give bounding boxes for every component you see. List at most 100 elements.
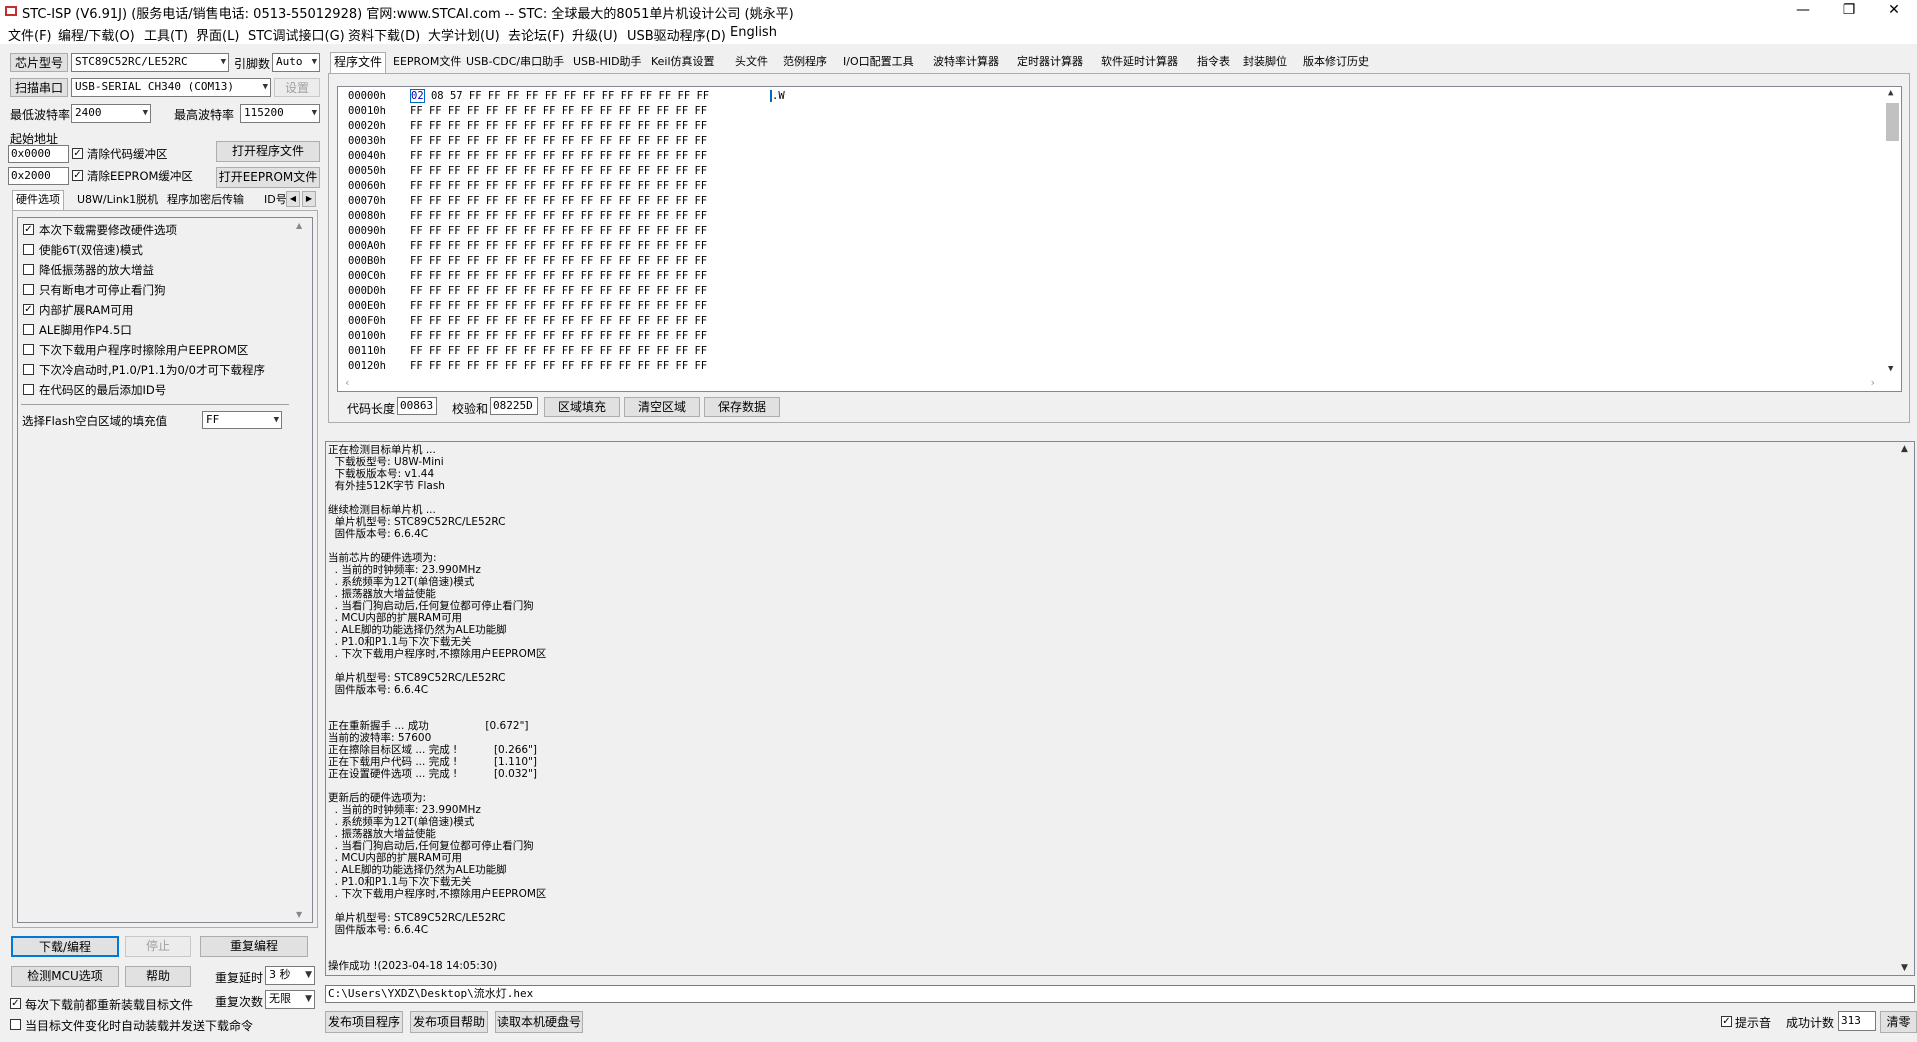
hex-hscrollbar[interactable]: ‹ › [338,375,1884,391]
tab-encrypted-transfer[interactable]: 程序加密后传输 [164,191,247,209]
min-baud-select[interactable]: 2400 ▼ [71,104,151,123]
save-data-button[interactable]: 保存数据 [704,397,780,417]
fill-value-select[interactable]: FF ▼ [202,411,282,429]
download-program-button[interactable]: 下载/编程 [11,936,119,957]
hex-editor[interactable]: 00000h 02 08 57 FF FF FF FF FF FF FF FF F… [337,86,1902,392]
help-button[interactable]: 帮助 [125,966,191,987]
restore-button[interactable]: ❐ [1826,0,1872,22]
chevron-down-icon: ▼ [311,108,317,118]
clear-code-checkbox[interactable]: ✓ [72,148,83,159]
menu-english[interactable]: English [730,25,777,40]
tab-header-file[interactable]: 头文件 [732,53,771,71]
chip-model-button[interactable]: 芯片型号 [10,53,68,72]
hw-option-checkbox[interactable]: ✓ [23,224,34,235]
scroll-up-icon[interactable]: ▲ [1888,88,1893,98]
repeat-delay-label: 重复延时 [215,971,264,985]
publish-program-button[interactable]: 发布项目程序 [325,1011,403,1033]
menu-interface[interactable]: 界面(L) [196,25,239,44]
pins-select[interactable]: Auto ▼ [272,53,320,72]
menu-file[interactable]: 文件(F) [8,25,52,44]
eeprom-start-addr-input[interactable]: 0x2000 [8,167,69,185]
tab-u8w-offline[interactable]: U8W/Link1脱机 [74,191,161,209]
repeat-delay-select[interactable]: 3 秒 ▼ [265,966,315,985]
scroll-down-icon[interactable]: ▼ [1888,364,1893,374]
tab-package-pins[interactable]: 封装脚位 [1240,53,1290,71]
menu-forum[interactable]: 去论坛(F) [508,25,565,44]
tab-keil-settings[interactable]: Keil仿真设置 [648,53,718,71]
menu-usb-driver[interactable]: USB驱动程序(D) [627,25,726,44]
success-count-value: 313 [1838,1011,1876,1031]
hw-option-checkbox[interactable] [23,244,34,255]
tab-examples[interactable]: 范例程序 [780,53,830,71]
scroll-left-icon[interactable]: ‹ [344,376,351,389]
tab-timer-calc[interactable]: 定时器计算器 [1014,53,1086,71]
success-count-label: 成功计数 [1786,1016,1835,1030]
tab-io-config[interactable]: I/O口配置工具 [840,53,917,71]
hex-vscrollbar[interactable]: ▲ ▼ [1884,87,1901,375]
read-disk-id-button[interactable]: 读取本机硬盘号 [495,1011,583,1033]
scroll-down-icon[interactable]: ▼ [1901,963,1908,973]
open-eeprom-file-button[interactable]: 打开EEPROM文件 [216,167,320,188]
scroll-right-icon[interactable]: › [1869,376,1876,389]
menu-tools[interactable]: 工具(T) [144,25,188,44]
tab-scroll-left-icon[interactable]: ◀ [286,191,300,207]
tab-instruction-table[interactable]: 指令表 [1194,53,1233,71]
scroll-up-icon[interactable]: ▲ [1901,444,1908,454]
fill-region-button[interactable]: 区域填充 [544,397,620,417]
tab-eeprom-file[interactable]: EEPROM文件 [390,53,464,71]
log-output[interactable]: 正在检测目标单片机 ... 下载板型号: U8W-Mini 下载板版本号: v1… [325,441,1915,976]
menu-debug[interactable]: STC调试接口(G) [248,25,345,44]
tab-usb-cdc-serial[interactable]: USB-CDC/串口助手 [463,53,567,71]
tab-version-history[interactable]: 版本修订历史 [1300,53,1372,71]
menu-program[interactable]: 编程/下载(O) [58,25,135,44]
pins-value: Auto [276,55,303,68]
scroll-thumb[interactable] [1886,103,1899,141]
detect-mcu-button[interactable]: 检测MCU选项 [11,966,119,987]
menu-upgrade[interactable]: 升级(U) [572,25,618,44]
menu-university[interactable]: 大学计划(U) [428,25,500,44]
window-title: STC-ISP (V6.91J) (服务电话/销售电话: 0513-550129… [22,7,794,22]
repeat-program-button[interactable]: 重复编程 [200,936,308,957]
chip-model-select[interactable]: STC89C52RC/LE52RC ▼ [71,53,229,72]
clear-count-button[interactable]: 清零 [1880,1011,1917,1033]
menu-downloads[interactable]: 资料下载(D) [348,25,420,44]
reload-before-download-checkbox[interactable]: ✓ [10,998,21,1009]
clear-eeprom-checkbox[interactable]: ✓ [72,170,83,181]
auto-send-checkbox[interactable] [10,1019,21,1030]
hw-option-checkbox[interactable] [23,344,34,355]
close-button[interactable]: ✕ [1871,0,1917,22]
hw-option-checkbox[interactable] [23,264,34,275]
repeat-count-label: 重复次数 [215,995,264,1009]
chevron-down-icon: ▼ [142,108,148,118]
minimize-button[interactable]: — [1780,0,1826,22]
hw-option-checkbox[interactable] [23,384,34,395]
publish-help-button[interactable]: 发布项目帮助 [410,1011,488,1033]
scroll-down-icon[interactable]: ▼ [296,910,302,919]
scan-port-button[interactable]: 扫描串口 [10,78,68,97]
clear-region-button[interactable]: 清空区域 [624,397,700,417]
tab-program-file[interactable]: 程序文件 [330,52,387,73]
max-baud-select[interactable]: 115200 ▼ [240,104,320,123]
tab-delay-calc[interactable]: 软件延时计算器 [1098,53,1181,71]
settings-button[interactable]: 设置 [274,78,320,97]
hw-option-checkbox[interactable] [23,364,34,375]
chip-model-value: STC89C52RC/LE52RC [75,55,188,68]
port-select[interactable]: USB-SERIAL CH340 (COM13) ▼ [71,78,271,97]
tab-hardware-options[interactable]: 硬件选项 [12,190,64,211]
open-program-file-button[interactable]: 打开程序文件 [216,141,320,162]
tab-scroll-right-icon[interactable]: ▶ [302,191,316,207]
log-vscrollbar[interactable]: ▲ ▼ [1897,442,1914,975]
hex-cursor-byte[interactable]: 02 [410,89,425,103]
hw-option-checkbox[interactable]: ✓ [23,304,34,315]
file-path-field[interactable]: C:\Users\YXDZ\Desktop\流水灯.hex [325,985,1915,1003]
hw-option-checkbox[interactable] [23,324,34,335]
tab-baud-calc[interactable]: 波特率计算器 [930,53,1002,71]
stop-button[interactable]: 停止 [125,936,191,957]
hw-options-scrollbar[interactable]: ▲ ▼ [292,219,310,921]
scroll-up-icon[interactable]: ▲ [296,221,302,230]
repeat-count-select[interactable]: 无限 ▼ [265,990,315,1009]
tab-usb-hid[interactable]: USB-HID助手 [570,53,645,71]
sound-checkbox[interactable]: ✓ [1721,1016,1732,1027]
code-start-addr-input[interactable]: 0x0000 [8,145,69,163]
hw-option-checkbox[interactable] [23,284,34,295]
